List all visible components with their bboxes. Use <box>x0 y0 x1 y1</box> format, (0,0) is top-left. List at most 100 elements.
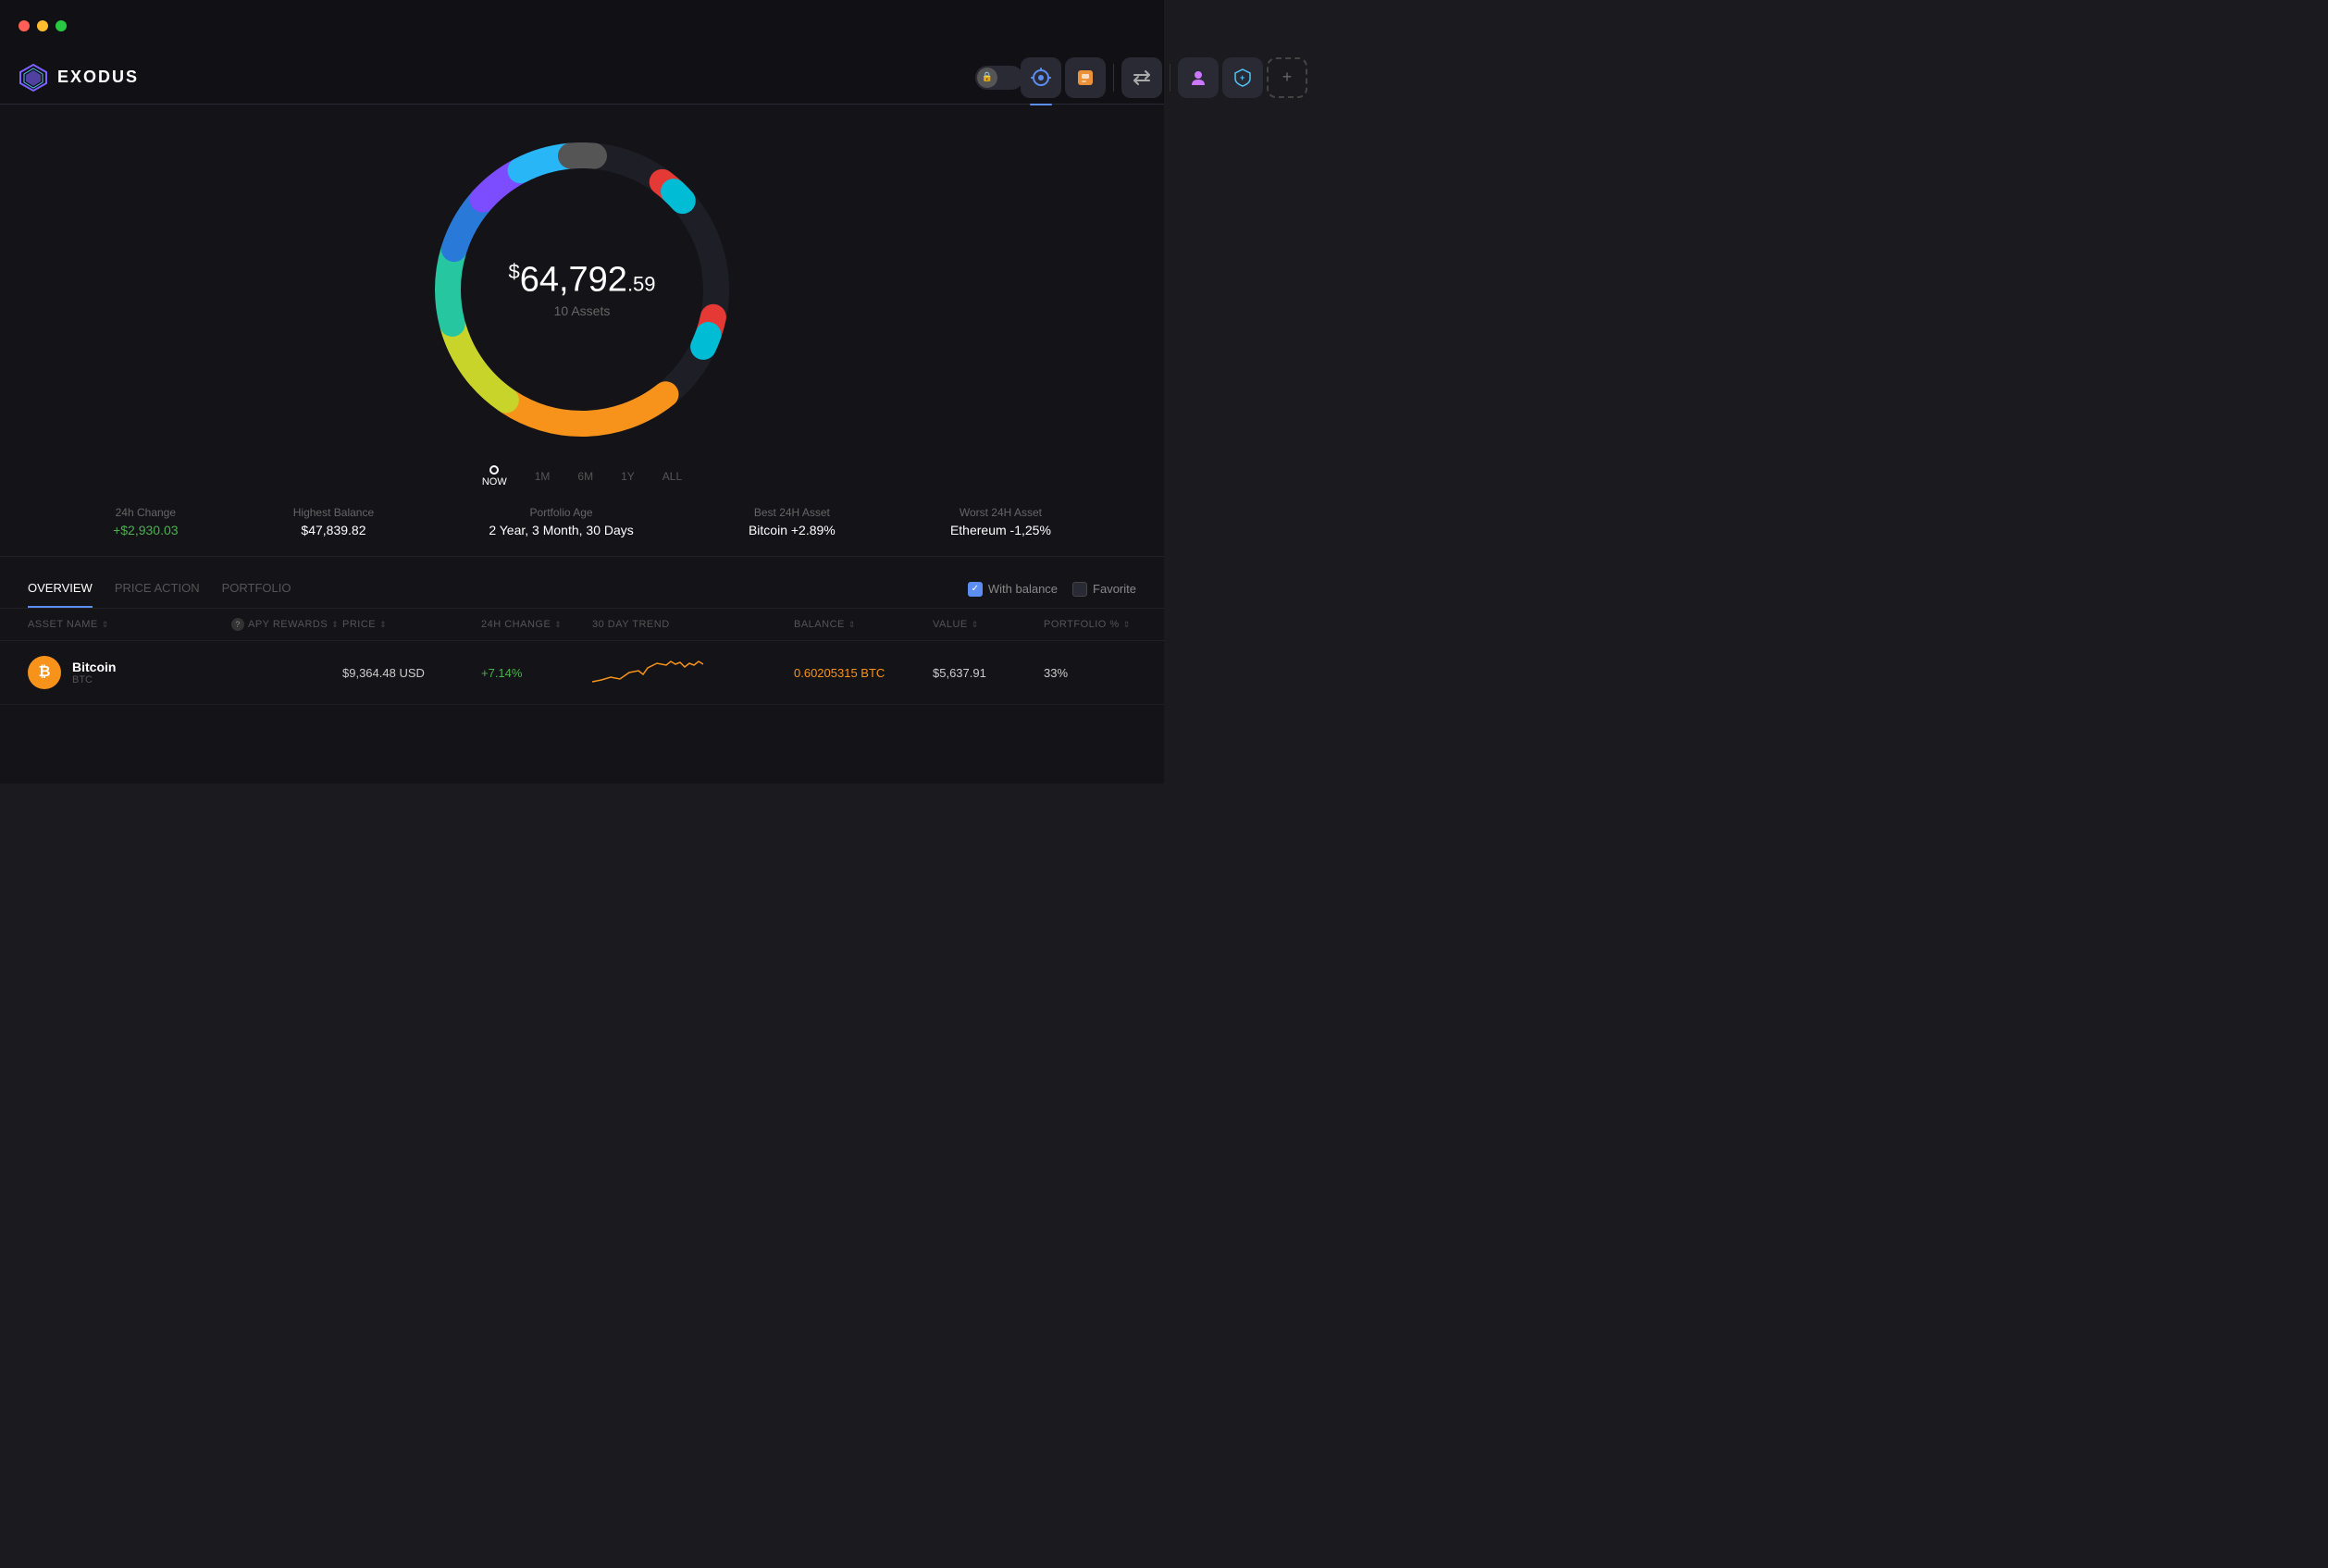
col-portfolio-label: PORTFOLIO % <box>1044 619 1120 630</box>
tab-price-action[interactable]: PRICE ACTION <box>115 581 200 608</box>
svg-text:+: + <box>1240 73 1244 82</box>
col-price-label: PRICE <box>342 619 376 630</box>
stats-row: 24h Change +$2,930.03 Highest Balance $4… <box>0 497 1164 557</box>
col-value-label: VALUE <box>933 619 968 630</box>
traffic-lights <box>19 20 67 31</box>
time-6m-button[interactable]: 6M <box>577 466 593 487</box>
chart-area: $64,792.59 10 Assets NOW 1M 6M 1Y ALL 24… <box>0 105 1164 566</box>
btc-portfolio-pct: 33% <box>1044 666 1136 680</box>
table-filters: With balance Favorite <box>968 582 1136 608</box>
favorite-checkbox[interactable] <box>1072 582 1087 597</box>
stat-age-value: 2 Year, 3 Month, 30 Days <box>489 523 633 537</box>
table-header: ASSET NAME ⇕ ? APY REWARDS ⇕ PRICE ⇕ 24H… <box>0 609 1164 641</box>
asset-info-btc: Bitcoin BTC <box>72 660 116 685</box>
close-button[interactable] <box>19 20 30 31</box>
with-balance-checkbox[interactable] <box>968 582 983 597</box>
minimize-button[interactable] <box>37 20 48 31</box>
balance-sort-icon: ⇕ <box>848 620 856 630</box>
time-all-button[interactable]: ALL <box>662 466 682 487</box>
btc-trend <box>592 654 794 691</box>
stat-highest-balance: Highest Balance $47,839.82 <box>293 506 374 537</box>
nav-portfolio-button[interactable] <box>1021 57 1061 98</box>
col-30-day-trend: 30 DAY TREND <box>592 618 794 631</box>
main-content: $64,792.59 10 Assets NOW 1M 6M 1Y ALL 24… <box>0 105 1164 784</box>
with-balance-label: With balance <box>988 582 1058 596</box>
btc-sparkline <box>592 654 703 691</box>
table-tabs: OVERVIEW PRICE ACTION PORTFOLIO With bal… <box>0 566 1164 609</box>
nav-separator-1 <box>1113 64 1114 92</box>
col-balance-label: BALANCE <box>794 619 845 630</box>
time-now-dot <box>489 465 499 475</box>
tab-portfolio[interactable]: PORTFOLIO <box>222 581 291 608</box>
lock-toggle[interactable]: 🔒 <box>975 66 1023 90</box>
col-asset-name[interactable]: ASSET NAME ⇕ <box>28 618 231 631</box>
col-portfolio-pct[interactable]: PORTFOLIO % ⇕ <box>1044 618 1136 631</box>
stat-24h-value: +$2,930.03 <box>113 523 178 537</box>
time-1m-button[interactable]: 1M <box>535 466 551 487</box>
btc-icon: ₿ <box>28 656 61 689</box>
stat-worst-value: Ethereum -1,25% <box>950 523 1051 537</box>
price-sort-icon: ⇕ <box>379 620 387 630</box>
filter-with-balance[interactable]: With balance <box>968 582 1058 597</box>
stat-highest-label: Highest Balance <box>293 506 374 519</box>
table-area: OVERVIEW PRICE ACTION PORTFOLIO With bal… <box>0 566 1164 705</box>
btc-ticker: BTC <box>72 674 116 685</box>
total-cents: .59 <box>627 272 656 295</box>
btc-balance: 0.60205315 BTC <box>794 666 933 680</box>
nav-add-button[interactable]: + <box>1267 57 1307 98</box>
maximize-button[interactable] <box>56 20 67 31</box>
col-apy-info-icon: ? <box>231 618 244 631</box>
plus-icon: + <box>1282 68 1293 87</box>
nav-characters-button[interactable] <box>1178 57 1219 98</box>
dollar-sign: $ <box>508 260 519 283</box>
titlebar <box>0 0 1164 51</box>
stat-best-value: Bitcoin +2.89% <box>749 523 836 537</box>
col-24h-label: 24H CHANGE <box>481 619 551 630</box>
stat-worst-label: Worst 24H Asset <box>950 506 1051 519</box>
filter-favorite[interactable]: Favorite <box>1072 582 1136 597</box>
table-row[interactable]: ₿ Bitcoin BTC $9,364.48 USD +7.14% 0.602… <box>0 641 1164 705</box>
portfolio-sort-icon: ⇕ <box>1123 620 1131 630</box>
stat-highest-value: $47,839.82 <box>293 523 374 537</box>
portfolio-total: $64,792.59 <box>508 261 655 300</box>
stat-24h-change: 24h Change +$2,930.03 <box>113 506 178 537</box>
col-asset-name-label: ASSET NAME <box>28 619 98 630</box>
stat-best-asset: Best 24H Asset Bitcoin +2.89% <box>749 506 836 537</box>
stat-best-label: Best 24H Asset <box>749 506 836 519</box>
favorite-label: Favorite <box>1093 582 1136 596</box>
asset-count: 10 Assets <box>508 303 655 318</box>
stat-24h-label: 24h Change <box>113 506 178 519</box>
col-24h-change[interactable]: 24H CHANGE ⇕ <box>481 618 592 631</box>
apy-sort-icon: ⇕ <box>331 620 339 630</box>
col-balance[interactable]: BALANCE ⇕ <box>794 618 933 631</box>
lock-icon: 🔒 <box>977 68 997 88</box>
topnav: EXODUS <box>0 51 1164 105</box>
time-now[interactable]: NOW <box>482 465 507 488</box>
time-now-label: NOW <box>482 476 507 488</box>
tab-overview[interactable]: OVERVIEW <box>28 581 93 608</box>
exodus-logo-icon <box>19 63 48 93</box>
stat-portfolio-age: Portfolio Age 2 Year, 3 Month, 30 Days <box>489 506 633 537</box>
col-apy-rewards[interactable]: ? APY REWARDS ⇕ <box>231 618 342 631</box>
time-1y-button[interactable]: 1Y <box>621 466 635 487</box>
asset-cell-btc: ₿ Bitcoin BTC <box>28 656 231 689</box>
btc-change: +7.14% <box>481 666 592 680</box>
nav-nft-button[interactable] <box>1065 57 1106 98</box>
nav-shield-button[interactable]: + <box>1222 57 1263 98</box>
asset-name-sort-icon: ⇕ <box>102 620 109 630</box>
time-selector: NOW 1M 6M 1Y ALL <box>482 456 682 497</box>
col-price[interactable]: PRICE ⇕ <box>342 618 481 631</box>
logo-area: EXODUS <box>19 63 139 93</box>
total-amount: 64,792 <box>520 260 627 299</box>
donut-chart: $64,792.59 10 Assets <box>425 132 739 447</box>
nav-exchange-button[interactable] <box>1121 57 1162 98</box>
btc-name: Bitcoin <box>72 660 116 674</box>
24h-sort-icon: ⇕ <box>554 620 562 630</box>
stat-worst-asset: Worst 24H Asset Ethereum -1,25% <box>950 506 1051 537</box>
btc-price: $9,364.48 USD <box>342 666 481 680</box>
col-trend-label: 30 DAY TREND <box>592 619 670 630</box>
nav-center: + + <box>1021 57 1307 98</box>
stat-age-label: Portfolio Age <box>489 506 633 519</box>
donut-center: $64,792.59 10 Assets <box>508 261 655 318</box>
col-value[interactable]: VALUE ⇕ <box>933 618 1044 631</box>
